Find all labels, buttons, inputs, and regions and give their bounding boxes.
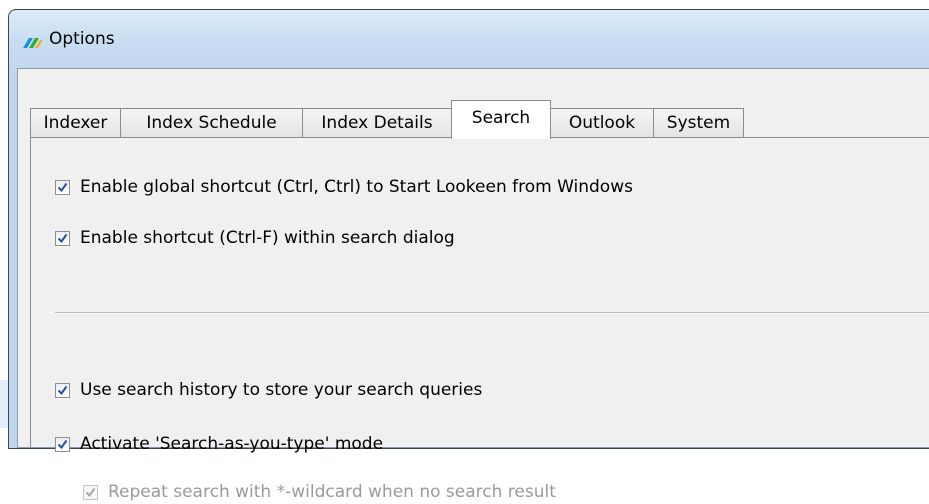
dialog-shortcut-label: Enable shortcut (Ctrl-F) within search d… xyxy=(80,228,455,248)
window-title: Options xyxy=(49,29,115,49)
checkmark-icon xyxy=(57,439,68,449)
search-as-you-type-option[interactable]: Activate 'Search-as-you-type' mode xyxy=(55,432,383,456)
repeat-wildcard-checkbox xyxy=(83,484,98,500)
tab-index-details[interactable]: Index Details xyxy=(302,108,452,138)
lookeen-app-icon xyxy=(23,34,43,48)
search-as-you-type-checkbox[interactable] xyxy=(55,436,70,452)
dialog-client-area: Indexer Index Schedule Index Details Sea… xyxy=(17,68,929,502)
repeat-wildcard-label: Repeat search with *-wildcard when no se… xyxy=(108,482,556,502)
search-history-checkbox[interactable] xyxy=(55,382,70,398)
search-as-you-type-label: Activate 'Search-as-you-type' mode xyxy=(80,434,384,454)
search-tab-panel: Enable global shortcut (Ctrl, Ctrl) to S… xyxy=(30,137,929,502)
tab-indexer[interactable]: Indexer xyxy=(30,108,121,138)
repeat-wildcard-option: Repeat search with *-wildcard when no se… xyxy=(83,480,556,504)
checkmark-icon xyxy=(57,233,68,243)
checkmark-icon xyxy=(57,385,68,395)
title-bar[interactable]: Options xyxy=(9,10,929,68)
search-history-label: Use search history to store your search … xyxy=(80,380,483,400)
global-shortcut-option[interactable]: Enable global shortcut (Ctrl, Ctrl) to S… xyxy=(55,175,633,199)
dialog-shortcut-checkbox[interactable] xyxy=(55,230,70,246)
search-history-option[interactable]: Use search history to store your search … xyxy=(55,378,482,402)
checkmark-icon xyxy=(85,487,96,497)
checkmark-icon xyxy=(57,182,68,192)
tab-search[interactable]: Search xyxy=(451,100,551,139)
options-separator xyxy=(55,312,929,314)
tab-index-schedule[interactable]: Index Schedule xyxy=(120,108,303,138)
tab-system[interactable]: System xyxy=(653,108,744,138)
tab-outlook[interactable]: Outlook xyxy=(550,108,654,138)
desktop-background xyxy=(0,380,8,428)
options-window: Options Indexer Index Schedule Index Det… xyxy=(8,9,929,502)
global-shortcut-label: Enable global shortcut (Ctrl, Ctrl) to S… xyxy=(80,177,633,197)
dialog-shortcut-option[interactable]: Enable shortcut (Ctrl-F) within search d… xyxy=(55,226,455,250)
global-shortcut-checkbox[interactable] xyxy=(55,179,70,195)
